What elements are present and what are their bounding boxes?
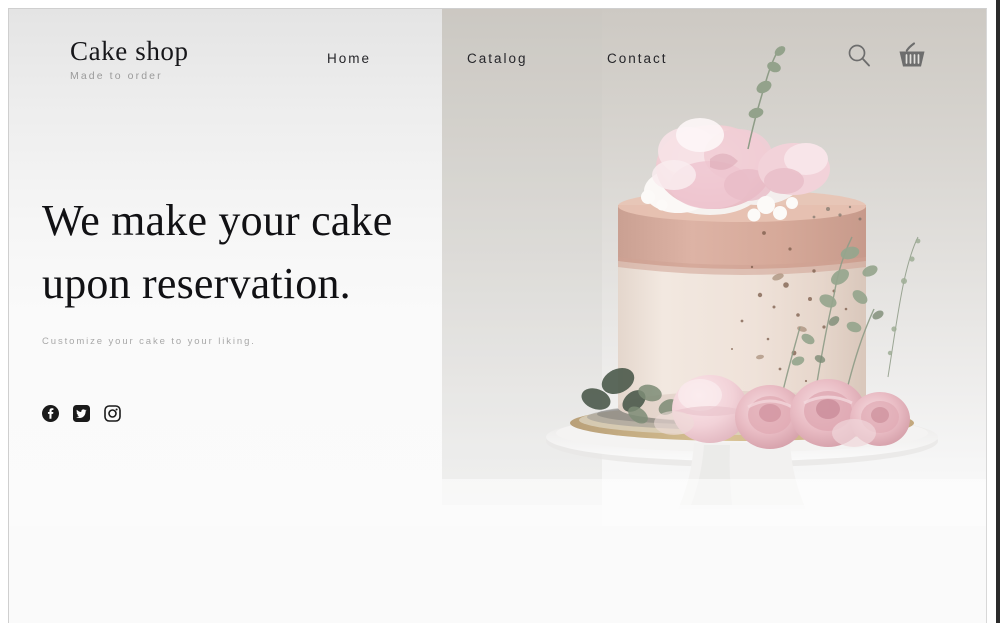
hero-section: Cake shop Made to order Home Catalog Con… xyxy=(9,9,986,526)
nav-link-home[interactable]: Home xyxy=(327,51,371,66)
page-title: We make your cake upon reservation. xyxy=(42,189,442,316)
header-actions xyxy=(846,41,927,69)
hero-copy: We make your cake upon reservation. Cust… xyxy=(42,189,442,422)
search-button[interactable] xyxy=(846,42,872,68)
nav-link-contact[interactable]: Contact xyxy=(607,51,668,66)
twitter-link[interactable] xyxy=(73,404,90,422)
social-links xyxy=(42,404,442,422)
shopping-basket-icon xyxy=(899,42,925,67)
search-icon xyxy=(848,44,870,67)
brand-logo[interactable]: Cake shop Made to order xyxy=(70,36,189,83)
browser-window: Cake shop Made to order Home Catalog Con… xyxy=(0,0,1000,623)
instagram-link[interactable] xyxy=(104,404,121,422)
facebook-link[interactable] xyxy=(42,404,59,422)
cart-button[interactable] xyxy=(897,41,927,69)
site-header: Cake shop Made to order Home Catalog Con… xyxy=(9,9,986,105)
facebook-icon xyxy=(42,404,59,422)
twitter-icon xyxy=(73,404,90,422)
brand-name: Cake shop xyxy=(70,36,189,66)
headline-line-1: We make your cake xyxy=(42,196,393,245)
hero-subtitle: Customize your cake to your liking. xyxy=(42,335,256,347)
nav-link-catalog[interactable]: Catalog xyxy=(467,51,528,66)
headline-line-2: upon reservation. xyxy=(42,259,351,309)
nav-item-home-slot: Home xyxy=(327,50,467,68)
main-navigation: Home Catalog Contact xyxy=(327,50,668,68)
window-right-border xyxy=(996,0,1000,623)
window-right-gutter xyxy=(987,0,996,623)
nav-item-contact-slot: Contact xyxy=(607,50,668,68)
nav-item-catalog-slot: Catalog xyxy=(467,50,607,68)
page-canvas: Cake shop Made to order Home Catalog Con… xyxy=(8,8,987,623)
brand-tagline: Made to order xyxy=(70,70,163,83)
instagram-icon xyxy=(104,404,121,422)
